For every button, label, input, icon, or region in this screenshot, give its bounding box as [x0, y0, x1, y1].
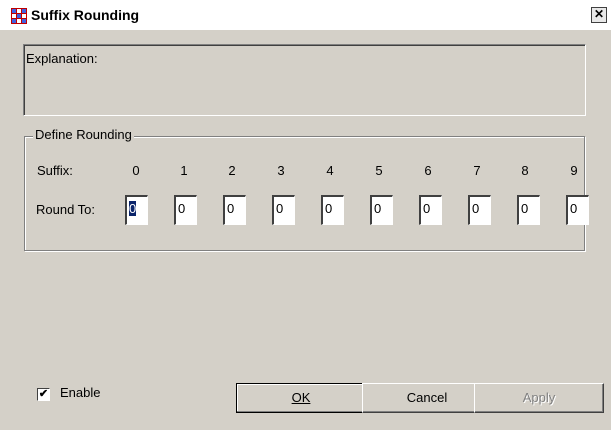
round-to-value: 0	[472, 201, 480, 216]
round-to-value: 0	[227, 201, 235, 216]
title-bar: Suffix Rounding ✕	[0, 0, 611, 30]
suffix-digit: 3	[277, 163, 285, 178]
close-button[interactable]: ✕	[591, 7, 607, 23]
apply-button: Apply	[474, 383, 604, 413]
app-icon	[11, 8, 27, 24]
round-to-input-0[interactable]: 0	[125, 195, 148, 225]
ok-button-label: OK	[291, 390, 311, 405]
suffix-digit: 0	[132, 163, 140, 178]
close-icon: ✕	[593, 7, 605, 21]
cancel-button[interactable]: Cancel	[362, 383, 492, 413]
round-to-input-3[interactable]: 0	[272, 195, 295, 225]
explanation-panel: Explanation:	[23, 44, 586, 116]
round-to-value: 0	[570, 201, 578, 216]
enable-label[interactable]: Enable	[60, 385, 100, 400]
round-to-input-5[interactable]: 0	[370, 195, 393, 225]
suffix-label: Suffix:	[37, 163, 73, 178]
suffix-digit: 1	[180, 163, 188, 178]
enable-checkbox[interactable]: ✔	[37, 388, 50, 401]
round-to-value: 0	[325, 201, 333, 216]
round-to-input-4[interactable]: 0	[321, 195, 344, 225]
cancel-button-label: Cancel	[406, 390, 448, 405]
suffix-digit: 6	[424, 163, 432, 178]
explanation-label: Explanation:	[26, 51, 98, 66]
window-title: Suffix Rounding	[31, 7, 140, 23]
suffix-digit: 2	[228, 163, 236, 178]
define-rounding-title: Define Rounding	[33, 127, 134, 142]
apply-button-label: Apply	[522, 390, 556, 405]
define-rounding-group	[24, 136, 585, 251]
round-to-value: 0	[129, 201, 137, 216]
suffix-digit: 5	[375, 163, 383, 178]
suffix-digit: 8	[521, 163, 529, 178]
round-to-value: 0	[276, 201, 284, 216]
suffix-digit: 4	[326, 163, 334, 178]
round-to-value: 0	[521, 201, 529, 216]
checkmark-icon: ✔	[38, 388, 49, 400]
suffix-digit: 7	[473, 163, 481, 178]
round-to-input-9[interactable]: 0	[566, 195, 589, 225]
round-to-value: 0	[423, 201, 431, 216]
round-to-input-8[interactable]: 0	[517, 195, 540, 225]
suffix-digit: 9	[570, 163, 578, 178]
round-to-value: 0	[178, 201, 186, 216]
round-to-input-2[interactable]: 0	[223, 195, 246, 225]
round-to-input-7[interactable]: 0	[468, 195, 491, 225]
round-to-label: Round To:	[36, 202, 96, 217]
round-to-value: 0	[374, 201, 382, 216]
ok-button[interactable]: OK	[236, 383, 366, 413]
round-to-input-1[interactable]: 0	[174, 195, 197, 225]
round-to-input-6[interactable]: 0	[419, 195, 442, 225]
